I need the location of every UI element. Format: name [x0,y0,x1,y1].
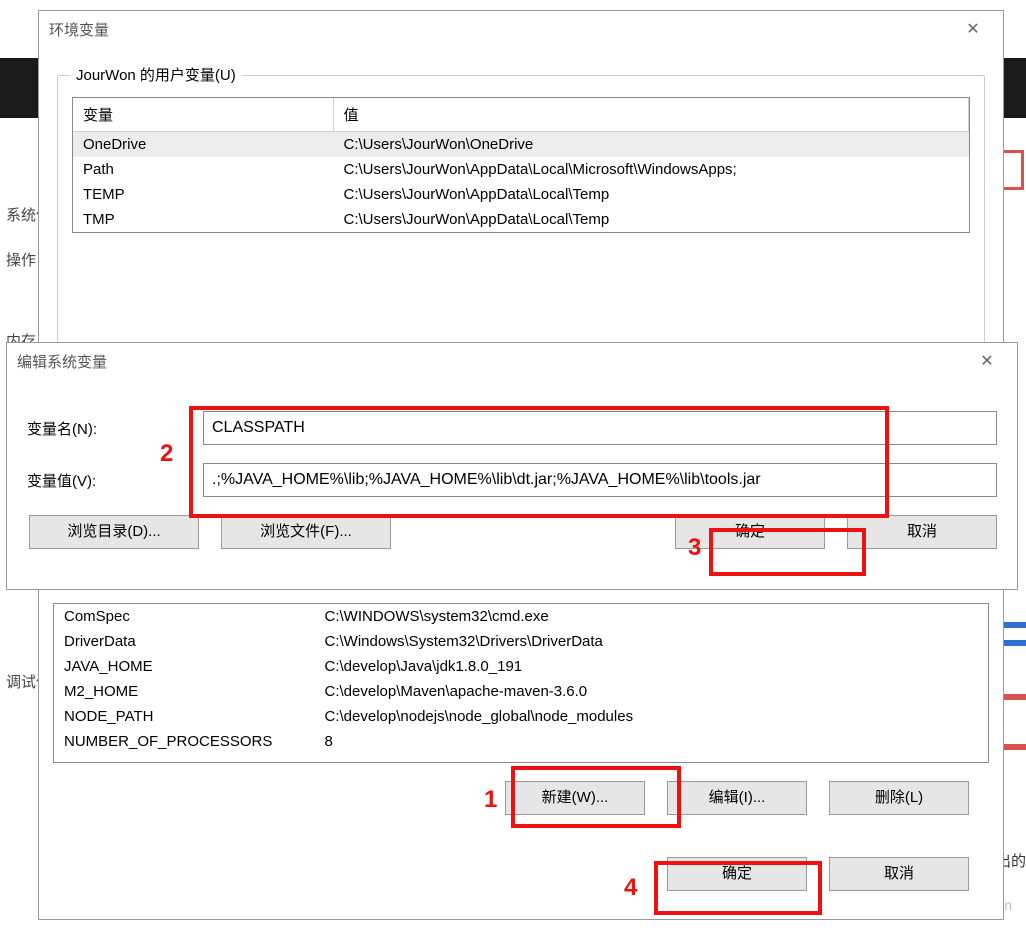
cell-val: 8 [314,729,988,754]
table-row[interactable]: M2_HOMEC:\develop\Maven\apache-maven-3.6… [54,679,988,704]
callout-number-4: 4 [624,874,637,902]
cell-var: NODE_PATH [54,704,314,729]
system-vars-buttons: 新建(W)... 编辑(I)... 删除(L) [39,781,969,815]
callout-number-3: 3 [688,534,701,562]
cell-val: C:\Users\JourWon\AppData\Local\Temp [333,207,969,232]
cell-val: C:\Windows\System32\Drivers\DriverData [314,629,988,654]
cell-val: C:\develop\nodejs\node_global\node_modul… [314,704,988,729]
user-vars-table: 变量 值 OneDriveC:\Users\JourWon\OneDrivePa… [73,98,969,232]
edit-button[interactable]: 编辑(I)... [667,781,807,815]
cell-var: TMP [73,207,333,232]
browse-dir-button[interactable]: 浏览目录(D)... [29,515,199,549]
user-variables-group: JourWon 的用户变量(U) 变量 值 OneDriveC:\Users\J… [57,75,985,387]
cell-var: TEMP [73,182,333,207]
env-titlebar[interactable]: 环境变量 ✕ [39,11,1003,47]
cell-var: M2_HOME [54,679,314,704]
callout-number-2: 2 [160,440,173,468]
cancel-button[interactable]: 取消 [829,857,969,891]
cell-val: C:\develop\Java\jdk1.8.0_191 [314,654,988,679]
user-vars-table-wrap[interactable]: 变量 值 OneDriveC:\Users\JourWon\OneDrivePa… [72,97,970,233]
cell-var: ComSpec [54,604,314,629]
cancel-button[interactable]: 取消 [847,515,997,549]
cell-var: Path [73,157,333,182]
user-group-legend: JourWon 的用户变量(U) [70,64,242,85]
table-row[interactable]: PathC:\Users\JourWon\AppData\Local\Micro… [73,157,969,182]
edit-title: 编辑系统变量 [17,351,107,372]
env-dialog-buttons: 确定 取消 [39,857,969,891]
col-value[interactable]: 值 [333,98,969,132]
table-row[interactable]: TEMPC:\Users\JourWon\AppData\Local\Temp [73,182,969,207]
delete-button[interactable]: 删除(L) [829,781,969,815]
bg-label: 调试信息 [6,671,40,692]
edit-titlebar[interactable]: 编辑系统变量 ✕ [7,343,1017,379]
cell-var: DriverData [54,629,314,654]
table-row[interactable]: OneDriveC:\Users\JourWon\OneDrive [73,132,969,158]
variable-name-label: 变量名(N): [27,418,203,439]
bg-label: 操作 [6,249,40,270]
system-vars-table-wrap[interactable]: ComSpecC:\WINDOWS\system32\cmd.exeDriver… [53,603,989,763]
close-icon[interactable]: ✕ [953,19,993,39]
cell-val: C:\develop\Maven\apache-maven-3.6.0 [314,679,988,704]
callout-box-2 [189,406,889,518]
table-row[interactable]: ComSpecC:\WINDOWS\system32\cmd.exe [54,604,988,629]
callout-box-1 [511,766,681,828]
table-row[interactable]: TMPC:\Users\JourWon\AppData\Local\Temp [73,207,969,232]
col-variable[interactable]: 变量 [73,98,333,132]
table-row[interactable]: DriverDataC:\Windows\System32\Drivers\Dr… [54,629,988,654]
cell-val: C:\Users\JourWon\AppData\Local\Temp [333,182,969,207]
table-row[interactable]: NODE_PATHC:\develop\nodejs\node_global\n… [54,704,988,729]
cell-val: C:\Users\JourWon\AppData\Local\Microsoft… [333,157,969,182]
close-icon[interactable]: ✕ [967,351,1007,371]
env-title: 环境变量 [49,19,109,40]
callout-number-1: 1 [484,786,497,814]
callout-box-3 [709,528,866,576]
cell-var: OneDrive [73,132,333,158]
cell-val: C:\WINDOWS\system32\cmd.exe [314,604,988,629]
cell-var: NUMBER_OF_PROCESSORS [54,729,314,754]
system-vars-table: ComSpecC:\WINDOWS\system32\cmd.exeDriver… [54,604,988,754]
cell-val: C:\Users\JourWon\OneDrive [333,132,969,158]
cell-var: JAVA_HOME [54,654,314,679]
table-row[interactable]: NUMBER_OF_PROCESSORS8 [54,729,988,754]
browse-file-button[interactable]: 浏览文件(F)... [221,515,391,549]
variable-value-label: 变量值(V): [27,470,203,491]
bg-label: 系统信息 [6,204,40,225]
table-row[interactable]: JAVA_HOMEC:\develop\Java\jdk1.8.0_191 [54,654,988,679]
callout-box-4 [654,861,822,915]
